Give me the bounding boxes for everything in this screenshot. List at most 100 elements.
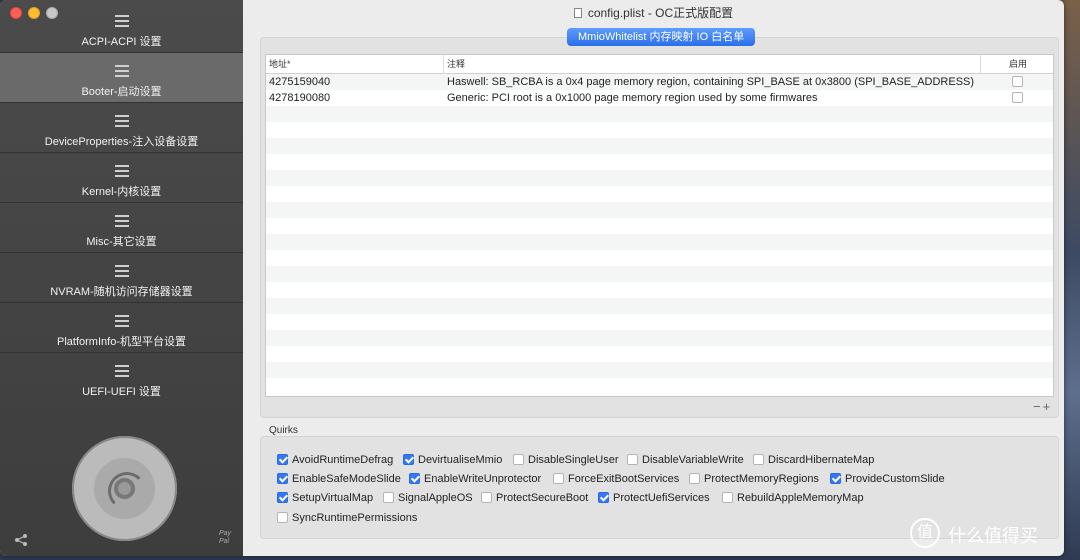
quirk-label: RebuildAppleMemoryMap — [737, 492, 864, 504]
quirk-syncruntimepermissions[interactable]: SyncRuntimePermissions — [277, 511, 417, 525]
empty-row — [266, 362, 1053, 378]
window-title: config.plist - OC正式版配置 — [587, 6, 734, 20]
checkbox-checked[interactable] — [277, 454, 288, 465]
quirk-forceexitbootservices[interactable]: ForceExitBootServices — [553, 472, 679, 486]
quirk-label: ProvideCustomSlide — [845, 473, 945, 485]
watermark-logo-icon: 值 — [910, 518, 940, 548]
sidebar-item-label: DeviceProperties-注入设备设置 — [44, 136, 199, 148]
column-header-enabled[interactable]: 启用 — [981, 55, 1053, 74]
quirk-setupvirtualmap[interactable]: SetupVirtualMap — [277, 491, 373, 505]
empty-row — [266, 346, 1053, 362]
checkbox-checked[interactable] — [403, 454, 414, 465]
quirk-label: ForceExitBootServices — [568, 473, 680, 485]
empty-row — [266, 282, 1053, 298]
watermark-text: 什么值得买 — [948, 526, 1038, 546]
checkbox-checked[interactable] — [598, 492, 609, 503]
empty-row — [266, 186, 1053, 202]
sidebar-item-deviceproperties[interactable]: DeviceProperties-注入设备设置 — [0, 103, 243, 153]
checkbox-unchecked[interactable] — [481, 492, 492, 503]
sidebar-item-label: Misc-其它设置 — [86, 236, 157, 248]
list-icon — [115, 115, 129, 128]
quirk-devirtualisemmio[interactable]: DevirtualiseMmio — [403, 453, 502, 467]
checkbox-unchecked[interactable] — [753, 454, 764, 465]
enabled-checkbox[interactable] — [1012, 92, 1023, 103]
sidebar-item-platforminfo[interactable]: PlatformInfo-机型平台设置 — [0, 303, 243, 353]
empty-row — [266, 314, 1053, 330]
checkbox-checked[interactable] — [830, 473, 841, 484]
add-remove-buttons[interactable]: −+ — [1033, 399, 1052, 414]
empty-row — [266, 218, 1053, 234]
sidebar-item-booter[interactable]: Booter-启动设置 — [0, 53, 243, 103]
checkbox-unchecked[interactable] — [689, 473, 700, 484]
sidebar-item-misc[interactable]: Misc-其它设置 — [0, 203, 243, 253]
checkbox-unchecked[interactable] — [553, 473, 564, 484]
quirk-label: SyncRuntimePermissions — [292, 512, 418, 524]
empty-row — [266, 266, 1053, 282]
checkbox-unchecked[interactable] — [277, 512, 288, 523]
quirk-label: AvoidRuntimeDefrag — [292, 454, 394, 466]
sidebar-item-acpi[interactable]: ACPI-ACPI 设置 — [0, 3, 243, 53]
sidebar-item-label: PlatformInfo-机型平台设置 — [57, 336, 186, 348]
table-header: 地址* 注释 启用 — [266, 55, 1053, 74]
enabled-checkbox[interactable] — [1012, 76, 1023, 87]
empty-row — [266, 378, 1053, 394]
title-bar: config.plist - OC正式版配置 — [243, 0, 1064, 28]
empty-row — [266, 138, 1053, 154]
empty-row — [266, 298, 1053, 314]
checkbox-unchecked[interactable] — [722, 492, 733, 503]
list-icon — [115, 15, 129, 28]
share-icon[interactable] — [14, 533, 28, 547]
sidebar-item-uefi[interactable]: UEFI-UEFI 设置 — [0, 353, 243, 403]
checkbox-unchecked[interactable] — [627, 454, 638, 465]
quirk-label: DiscardHibernateMap — [768, 454, 875, 466]
checkbox-unchecked[interactable] — [383, 492, 394, 503]
quirks-label: Quirks — [269, 425, 298, 436]
list-icon — [115, 215, 129, 228]
checkbox-checked[interactable] — [409, 473, 420, 484]
quirk-disablevariablewrite[interactable]: DisableVariableWrite — [627, 453, 744, 467]
list-icon — [115, 165, 129, 178]
quirk-protectuefiservices[interactable]: ProtectUefiServices — [598, 491, 710, 505]
sidebar-item-label: Booter-启动设置 — [81, 86, 162, 98]
sidebar-item-label: ACPI-ACPI 设置 — [81, 36, 162, 48]
paypal-icon[interactable]: Pay Pal — [219, 530, 243, 546]
quirk-enablesafemodeslide[interactable]: EnableSafeModeSlide — [277, 472, 401, 486]
sidebar: ACPI-ACPI 设置 Booter-启动设置 DevicePropertie… — [0, 0, 243, 556]
empty-row — [266, 202, 1053, 218]
quirk-label: SignalAppleOS — [398, 492, 473, 504]
comment-cell[interactable]: Haswell: SB_RCBA is a 0x4 page memory re… — [447, 74, 974, 90]
table-row[interactable]: 4275159040 Haswell: SB_RCBA is a 0x4 pag… — [266, 74, 1053, 90]
quirk-rebuildapplememorymap[interactable]: RebuildAppleMemoryMap — [722, 491, 864, 505]
checkbox-unchecked[interactable] — [513, 454, 524, 465]
empty-row — [266, 106, 1053, 122]
quirk-providecustomslide[interactable]: ProvideCustomSlide — [830, 472, 945, 486]
mmio-whitelist-table: 地址* 注释 启用 4275159040 Haswell: SB_RCBA is… — [265, 54, 1054, 397]
quirk-discardhibernatemap[interactable]: DiscardHibernateMap — [753, 453, 874, 467]
document-icon — [573, 8, 582, 18]
quirk-signalappleos[interactable]: SignalAppleOS — [383, 491, 473, 505]
empty-row — [266, 234, 1053, 250]
sidebar-item-nvram[interactable]: NVRAM-随机访问存储器设置 — [0, 253, 243, 303]
quirk-disablesingleuser[interactable]: DisableSingleUser — [513, 453, 619, 467]
tab-mmio-whitelist[interactable]: MmioWhitelist 内存映射 IO 白名单 — [567, 28, 756, 46]
quirk-label: ProtectSecureBoot — [496, 492, 589, 504]
checkbox-checked[interactable] — [277, 492, 288, 503]
app-window: ACPI-ACPI 设置 Booter-启动设置 DevicePropertie… — [0, 0, 1064, 556]
comment-cell[interactable]: Generic: PCI root is a 0x1000 page memor… — [447, 90, 818, 106]
table-row[interactable]: 4278190080 Generic: PCI root is a 0x1000… — [266, 90, 1053, 106]
checkbox-checked[interactable] — [277, 473, 288, 484]
app-logo-disc — [72, 436, 177, 541]
list-icon — [115, 265, 129, 278]
quirk-label: DevirtualiseMmio — [418, 454, 503, 466]
list-icon — [115, 65, 129, 78]
quirk-protectsecureboot[interactable]: ProtectSecureBoot — [481, 491, 588, 505]
address-cell[interactable]: 4278190080 — [269, 90, 330, 106]
quirk-protectmemoryregions[interactable]: ProtectMemoryRegions — [689, 472, 819, 486]
address-cell[interactable]: 4275159040 — [269, 74, 330, 90]
quirk-avoidruntimedefrag[interactable]: AvoidRuntimeDefrag — [277, 453, 393, 467]
sidebar-item-kernel[interactable]: Kernel-内核设置 — [0, 153, 243, 203]
column-header-comment[interactable]: 注释 — [444, 55, 981, 74]
quirk-label: ProtectMemoryRegions — [704, 473, 819, 485]
column-header-address[interactable]: 地址* — [266, 55, 444, 74]
quirk-enablewriteunprotector[interactable]: EnableWriteUnprotector — [409, 472, 541, 486]
